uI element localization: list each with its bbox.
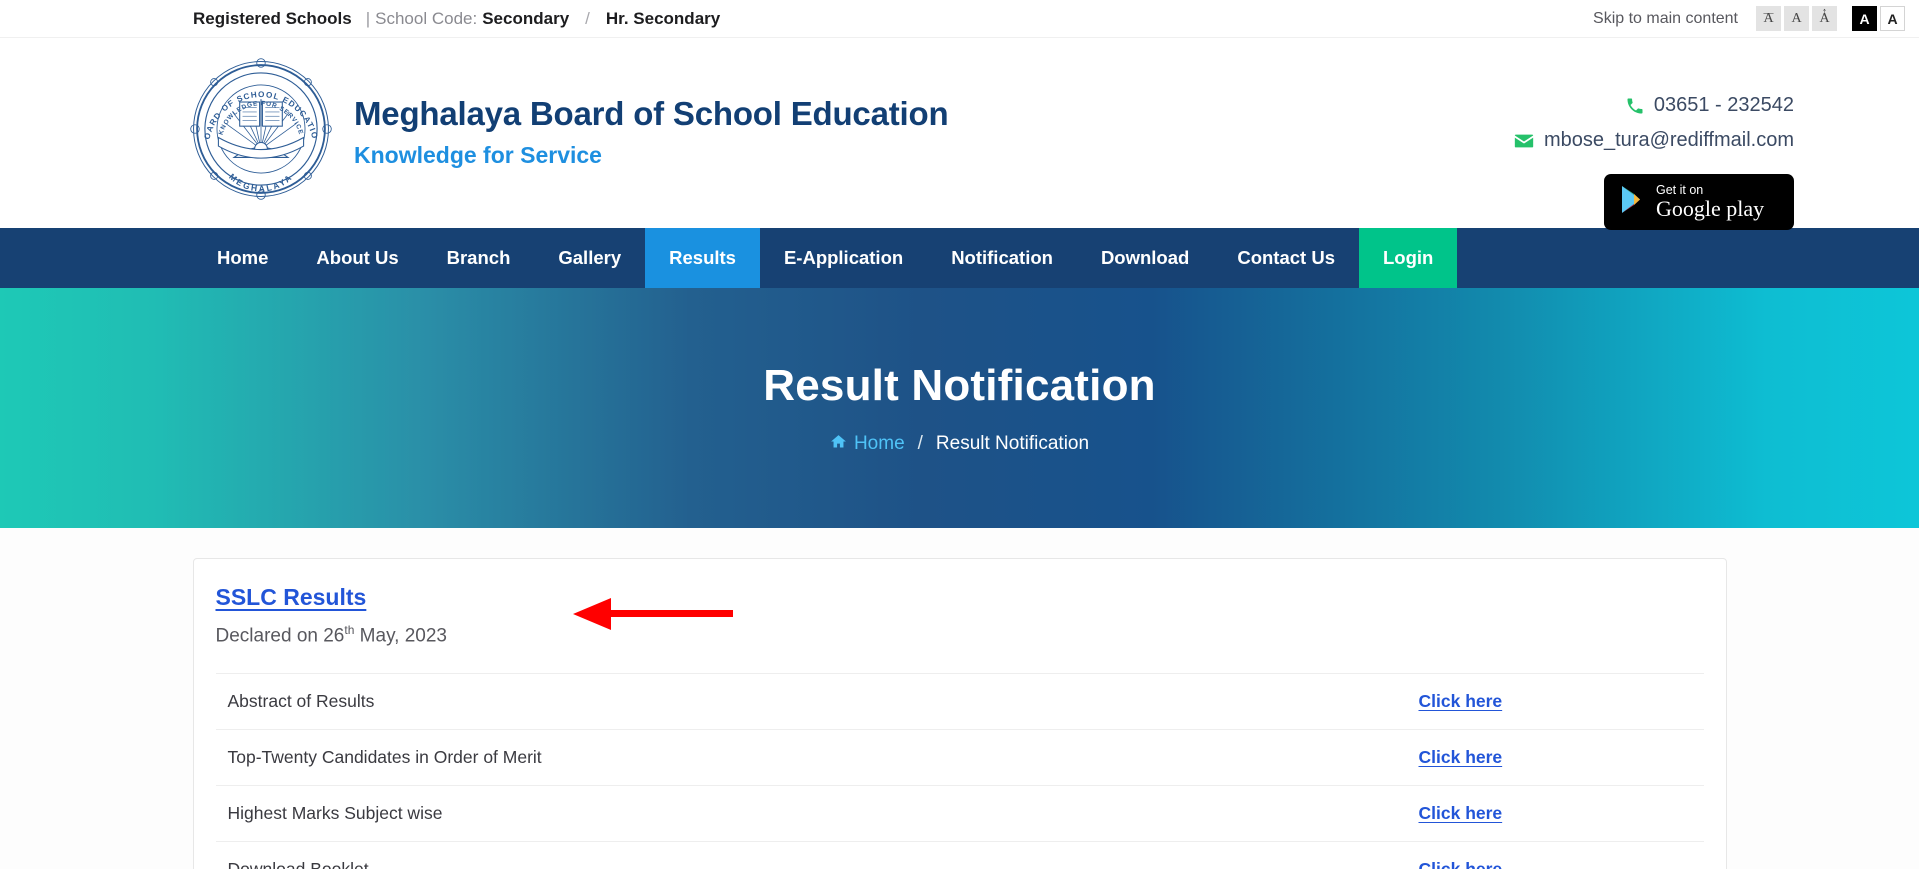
school-code-hr-secondary[interactable]: Hr. Secondary bbox=[606, 9, 720, 29]
font-decrease-button[interactable]: — A bbox=[1756, 6, 1781, 31]
overline-mark: — bbox=[1763, 8, 1774, 19]
email-address: mbose_tura@rediffmail.com bbox=[1543, 129, 1794, 151]
brand-text-block: Meghalaya Board of School Education Know… bbox=[354, 89, 949, 169]
svg-text:MEGHALAYA: MEGHALAYA bbox=[227, 171, 295, 193]
google-play-play: play bbox=[1720, 196, 1765, 222]
google-play-text: Get it on Google play bbox=[1656, 183, 1764, 220]
nav-item-branch[interactable]: Branch bbox=[423, 228, 535, 288]
main-navigation: Home About Us Branch Gallery Results E-A… bbox=[0, 228, 1919, 288]
nav-item-notification[interactable]: Notification bbox=[927, 228, 1077, 288]
registered-schools-label: Registered Schools bbox=[193, 8, 352, 28]
breadcrumb-current-page: Result Notification bbox=[935, 433, 1090, 454]
nav-item-home[interactable]: Home bbox=[193, 228, 292, 288]
school-code-info: Registered Schools | School Code: Second… bbox=[193, 9, 720, 29]
topbar-slash: / bbox=[585, 8, 590, 28]
site-tagline: Knowledge for Service bbox=[354, 141, 602, 168]
sslc-results-card: SSLC Results Declared on 26th May, 2023 … bbox=[192, 558, 1727, 869]
page-hero-banner: Result Notification Home / Result Notifi… bbox=[0, 288, 1919, 528]
high-contrast-dark-button[interactable]: A bbox=[1852, 6, 1877, 31]
breadcrumb-divider: / bbox=[917, 433, 923, 454]
google-play-wordmark: Google play bbox=[1656, 197, 1764, 220]
school-code-secondary[interactable]: Secondary bbox=[482, 9, 569, 29]
declared-ordinal-suffix: th bbox=[344, 623, 355, 637]
declared-prefix: Declared on 26 bbox=[215, 625, 345, 647]
font-increase-button[interactable]: ↑ A bbox=[1812, 6, 1837, 31]
font-normal-glyph: A bbox=[1791, 10, 1802, 26]
row-label-top-twenty-candidates: Top-Twenty Candidates in Order of Merit bbox=[227, 747, 542, 768]
click-here-link-top-twenty-candidates[interactable]: Click here bbox=[1419, 747, 1503, 767]
font-size-controls: — A A ↑ A A A bbox=[1756, 6, 1905, 31]
site-title: Meghalaya Board of School Education bbox=[354, 95, 949, 133]
contrast-light-glyph: A bbox=[1887, 10, 1898, 27]
row-label-download-booklet: Download Booklet bbox=[216, 842, 1374, 869]
nav-item-gallery[interactable]: Gallery bbox=[534, 228, 645, 288]
font-normal-button[interactable]: A bbox=[1784, 6, 1809, 31]
row-link-cell: Click here bbox=[1374, 730, 1704, 786]
table-row: Top-Twenty Candidates in Order of Merit … bbox=[215, 730, 1704, 786]
high-contrast-light-button[interactable]: A bbox=[1880, 6, 1905, 31]
nav-item-login[interactable]: Login bbox=[1358, 228, 1458, 288]
google-play-google: Google bbox=[1656, 196, 1721, 222]
table-row: Download Booklet Click here bbox=[216, 842, 1704, 869]
site-header: BOARD OF SCHOOL EDUCATION KNOWLEDGE FOR … bbox=[0, 38, 1919, 230]
email-row[interactable]: mbose_tura@rediffmail.com bbox=[1513, 129, 1794, 152]
phone-icon bbox=[1625, 96, 1645, 116]
google-play-triangle-icon bbox=[1620, 185, 1646, 219]
phone-number: 03651 - 232542 bbox=[1653, 94, 1794, 116]
row-link-cell: Click here bbox=[1374, 786, 1704, 842]
row-label-highest-marks-subject-wise: Highest Marks Subject wise bbox=[227, 803, 443, 824]
contrast-dark-glyph: A bbox=[1859, 10, 1870, 27]
school-code-label: School Code: bbox=[375, 8, 478, 28]
top-utility-bar: Registered Schools | School Code: Second… bbox=[0, 0, 1919, 38]
declared-suffix: May, 2023 bbox=[354, 625, 447, 647]
home-icon bbox=[830, 433, 847, 456]
table-row: Abstract of Results Click here bbox=[215, 673, 1704, 730]
email-icon bbox=[1513, 130, 1535, 152]
click-here-link-abstract-of-results[interactable]: Click here bbox=[1419, 691, 1503, 711]
page-title: Result Notification bbox=[763, 360, 1156, 410]
main-content: SSLC Results Declared on 26th May, 2023 … bbox=[0, 528, 1919, 869]
nav-item-about-us[interactable]: About Us bbox=[292, 228, 422, 288]
board-seal-logo-icon: BOARD OF SCHOOL EDUCATION KNOWLEDGE FOR … bbox=[186, 51, 332, 200]
table-row: Highest Marks Subject wise Click here bbox=[215, 786, 1704, 842]
row-link-cell: Click here bbox=[1374, 674, 1704, 730]
nav-item-e-application[interactable]: E-Application bbox=[760, 228, 927, 288]
skip-to-main-content-link[interactable]: Skip to main content bbox=[1593, 10, 1738, 28]
breadcrumb-home-link[interactable]: Home bbox=[830, 433, 905, 456]
google-play-badge-button[interactable]: Get it on Google play bbox=[1604, 174, 1794, 230]
nav-item-results[interactable]: Results bbox=[645, 228, 760, 288]
nav-item-download[interactable]: Download bbox=[1077, 228, 1213, 288]
up-arrow-mark: ↑ bbox=[1821, 6, 1828, 18]
phone-row[interactable]: 03651 - 232542 bbox=[1513, 94, 1794, 117]
nav-item-contact-us[interactable]: Contact Us bbox=[1213, 228, 1359, 288]
row-label-abstract-of-results: Abstract of Results bbox=[227, 691, 375, 712]
click-here-link-download-booklet[interactable]: Click here bbox=[1419, 859, 1503, 869]
breadcrumb: Home / Result Notification bbox=[830, 433, 1089, 456]
sslc-results-link[interactable]: SSLC Results bbox=[216, 584, 367, 611]
breadcrumb-home-label: Home bbox=[853, 433, 905, 454]
accessibility-controls: Skip to main content — A A ↑ A A A bbox=[1593, 6, 1905, 31]
click-here-link-highest-marks-subject-wise[interactable]: Click here bbox=[1419, 803, 1503, 823]
topbar-separator: | bbox=[365, 8, 371, 28]
header-contact-block: 03651 - 232542 mbose_tura@rediffmail.com… bbox=[1513, 94, 1794, 230]
row-link-cell: Click here bbox=[1374, 842, 1704, 869]
brand-block[interactable]: BOARD OF SCHOOL EDUCATION KNOWLEDGE FOR … bbox=[186, 51, 949, 200]
declared-on-text: Declared on 26th May, 2023 bbox=[216, 623, 1704, 647]
results-table: Abstract of Results Click here Top-Twent… bbox=[215, 673, 1704, 869]
